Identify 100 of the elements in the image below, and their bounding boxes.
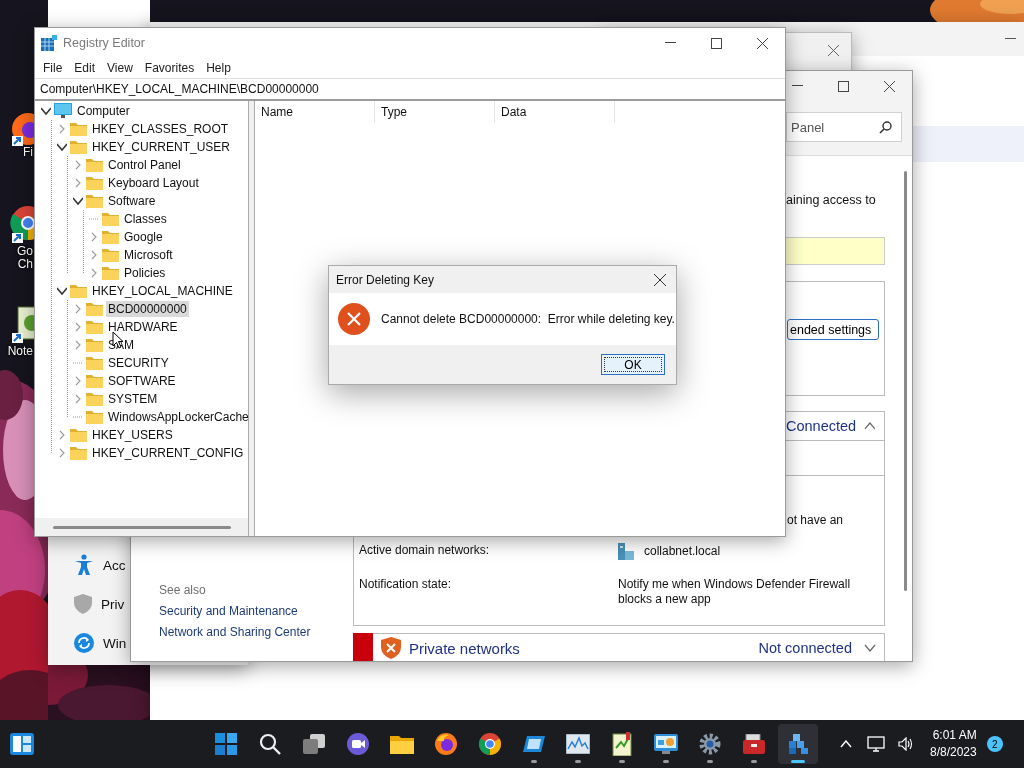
computer-icon (54, 103, 72, 119)
tree-item[interactable]: HARDWARE (106, 319, 180, 335)
folder-icon (86, 338, 103, 352)
folder-icon (70, 446, 87, 460)
tree-item[interactable]: HKEY_USERS (90, 427, 175, 443)
browser-icon (435, 733, 457, 755)
field-value: Notify me when Windows Defender Firewall blocks a new app (618, 577, 852, 607)
gear-icon (699, 733, 721, 755)
notification-badge[interactable]: 2 (986, 736, 1003, 752)
sync-icon (74, 633, 94, 653)
settings-nav-item[interactable]: Priv (74, 593, 129, 615)
folder-icon (102, 230, 119, 244)
folder-icon (70, 428, 87, 442)
tree-item[interactable]: BCD00000000 (106, 301, 189, 317)
tree-item[interactable]: WindowsAppLockerCache (106, 409, 251, 425)
close-icon (828, 44, 839, 56)
error-message: Cannot delete BCD00000000: Error while deleting key. (381, 312, 675, 326)
chevron-icon[interactable] (73, 196, 83, 206)
chart-window-icon (566, 734, 590, 754)
ok-button[interactable]: OK (601, 354, 665, 375)
column-header[interactable]: Data (495, 101, 615, 123)
tree-item[interactable]: Control Panel (106, 157, 183, 173)
menu-item[interactable]: View (101, 59, 139, 77)
folder-icon (70, 122, 87, 136)
folder-icon (86, 176, 103, 190)
settings-nav-item[interactable]: Win (74, 632, 129, 654)
tree-item[interactable]: HKEY_CLASSES_ROOT (90, 121, 231, 137)
field-value: collabnet.local (644, 544, 721, 559)
folder-icon (70, 284, 87, 298)
tree-item[interactable]: SOFTWARE (106, 373, 178, 389)
network-status: Connected (786, 418, 857, 434)
chevron-icon[interactable] (57, 286, 67, 296)
settings-button[interactable]: ended settings (787, 319, 880, 340)
shield-icon (74, 594, 92, 614)
folder-icon (86, 158, 103, 172)
maximize-icon (710, 37, 722, 49)
section-header[interactable]: Private networks Not connected (353, 633, 885, 661)
taskbar-button[interactable] (778, 724, 818, 764)
menu-item[interactable]: Favorites (138, 59, 201, 77)
nav-link[interactable]: Network and Sharing Center (159, 625, 353, 639)
accessibility-icon (74, 554, 94, 576)
tree-item[interactable]: Computer (75, 103, 132, 119)
nav-link[interactable]: Security and Maintenance (159, 604, 353, 618)
minimize-icon (664, 42, 676, 44)
tree-item[interactable]: Google (122, 229, 165, 245)
column-header[interactable]: Type (375, 101, 495, 123)
folder-icon (86, 320, 103, 334)
tree-item[interactable]: HKEY_CURRENT_USER (90, 139, 233, 155)
dashboard-icon (654, 734, 678, 754)
maximize-icon (837, 80, 849, 92)
window-title: Registry Editor (63, 36, 146, 50)
tree-item[interactable]: SYSTEM (106, 391, 160, 407)
network-icon (867, 736, 885, 752)
settings-nav-item[interactable]: Acc (74, 554, 129, 576)
close-icon (883, 80, 895, 92)
folder-icon (102, 212, 119, 226)
scrollbar[interactable] (904, 171, 907, 591)
clock[interactable]: 6:01 AM 8/8/2023 (926, 727, 981, 761)
see-also-heading: See also (159, 583, 207, 597)
tree-item[interactable]: Keyboard Layout (106, 175, 201, 191)
folder-icon (86, 392, 103, 406)
shield-error-icon (381, 637, 401, 659)
folder-icon (86, 302, 103, 316)
chevron-up-icon (840, 740, 852, 748)
search-icon (259, 733, 281, 755)
folder-icon (390, 734, 414, 754)
field-label: Active domain networks: (359, 543, 491, 559)
video-chat-icon (347, 733, 369, 755)
tree-item[interactable]: Microsoft (122, 247, 175, 263)
tree-item[interactable]: HKEY_CURRENT_CONFIG (90, 445, 246, 461)
browser-icon (479, 733, 501, 755)
tree-item[interactable]: Classes (122, 211, 169, 227)
speaker-icon (898, 737, 914, 751)
window-icon (523, 734, 545, 754)
tree-item[interactable]: HKEY_LOCAL_MACHINE (90, 283, 235, 299)
folder-icon (86, 410, 103, 424)
search-field[interactable]: Panel (786, 112, 902, 142)
tree-item[interactable]: SECURITY (106, 355, 171, 371)
close-icon (654, 273, 666, 286)
folder-icon (86, 356, 103, 370)
folder-icon (86, 374, 103, 388)
menu-item[interactable]: Help (200, 59, 237, 77)
cubes-icon (787, 733, 809, 755)
menu-item[interactable]: Edit (68, 59, 102, 77)
minimize-icon (1005, 38, 1016, 40)
dialog-title: Error Deleting Key (336, 272, 436, 287)
chevron-icon[interactable] (57, 142, 67, 152)
error-icon (338, 303, 370, 335)
section-title: Private networks (409, 639, 520, 657)
minimize-icon (791, 85, 803, 87)
toolbox-icon (743, 734, 765, 754)
tree-item[interactable]: Policies (122, 265, 168, 281)
scrollbar[interactable] (53, 526, 231, 529)
notepad-icon (612, 732, 632, 756)
close-icon (756, 37, 768, 49)
search-icon (879, 121, 892, 134)
folder-icon (86, 194, 103, 208)
column-header[interactable]: Name (255, 101, 375, 123)
windows-logo-icon (215, 733, 237, 755)
tree-item[interactable]: Software (106, 193, 158, 209)
